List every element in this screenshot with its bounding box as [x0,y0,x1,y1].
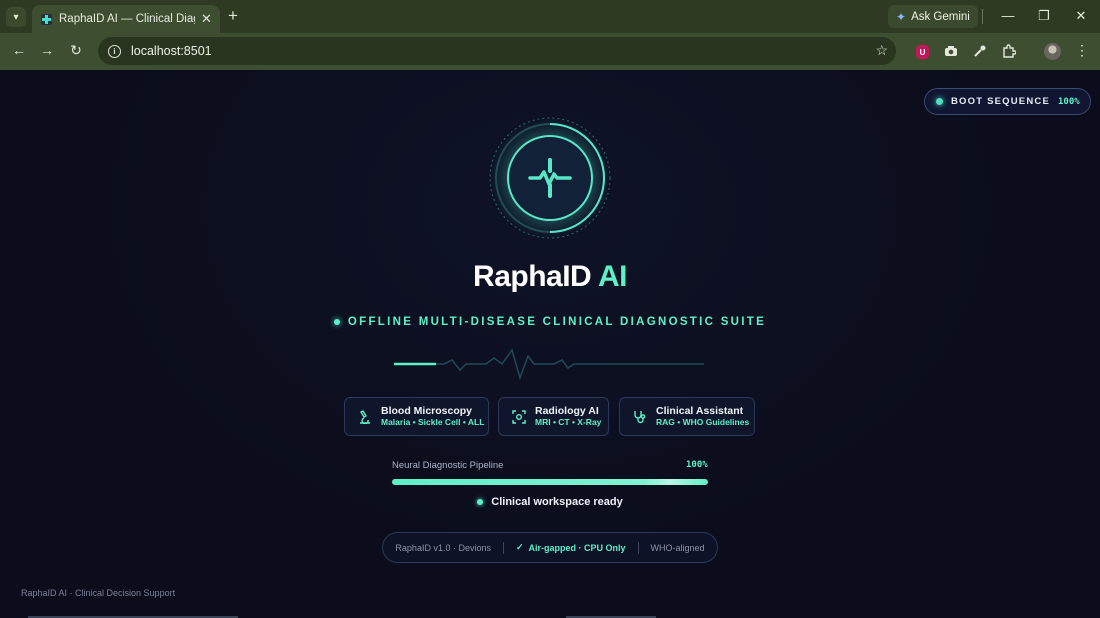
window-divider [982,9,983,24]
tagline-dot [333,319,340,325]
system-info-pill: RaphaID v1.0 · Devions ✓ Air-gapped · CP… [382,532,718,563]
ask-gemini-button[interactable]: ✦ Ask Gemini [888,5,978,28]
restore-icon[interactable]: ❐ [1034,8,1054,24]
camera-extension-icon[interactable] [943,43,959,59]
airgap-text: Air-gapped · CPU Only [528,542,626,553]
pipeline-progress-fill [392,479,708,485]
version-text: RaphaID v1.0 · Devions [395,542,491,553]
extension-u-icon[interactable]: U [916,45,929,59]
tab-title: RaphaID AI — Clinical Diagnost [59,13,195,25]
forward-icon[interactable]: → [38,42,56,58]
gemini-icon: ✦ [896,9,907,24]
check-icon: ✓ [515,542,524,552]
reload-icon[interactable]: ↻ [67,42,85,59]
status-line: Clinical workspace ready [0,496,1100,508]
status-dot [477,499,484,505]
boot-sequence-badge: BOOT SEQUENCE 100% [924,88,1091,115]
module-title: Blood Microscopy [381,405,473,417]
module-cards: Blood Microscopy Malaria • Sickle Cell •… [344,397,756,437]
browser-tab[interactable]: RaphaID AI — Clinical Diagnost ✕ [32,5,220,33]
browser-toolbar: ← → ↻ i localhost:8501 ☆ U ⋮ [0,33,1100,70]
ask-gemini-label: Ask Gemini [911,10,970,23]
brand-name: RaphaID [473,260,592,293]
module-subtitle: MRI • CT • X-Ray [535,417,602,427]
divider [502,541,504,554]
microscope-icon [358,409,372,424]
close-window-icon[interactable]: ✕ [1071,8,1091,24]
module-title: Radiology AI [535,405,599,417]
tagline-text: OFFLINE MULTI-DISEASE CLINICAL DIAGNOSTI… [347,316,767,328]
stethoscope-icon [633,410,647,424]
extensions-puzzle-icon[interactable] [1001,43,1017,59]
boot-percent: 100% [1058,96,1080,107]
menu-kebab-icon[interactable]: ⋮ [1073,42,1091,59]
bottom-caption: RaphaID AI · Clinical Decision Support [21,588,176,598]
profile-avatar[interactable] [1044,43,1061,60]
page-title: RaphaID AI [0,260,1100,294]
app-page: BOOT SEQUENCE 100% RaphaID AI OFFLINE MU… [0,70,1100,618]
browser-tab-bar: ▾ RaphaID AI — Clinical Diagnost ✕ + ✦ A… [0,0,1100,33]
module-subtitle: Malaria • Sickle Cell • ALL [381,417,485,427]
favicon-icon [41,13,52,25]
site-info-icon[interactable]: i [108,44,121,58]
tagline: OFFLINE MULTI-DISEASE CLINICAL DIAGNOSTI… [0,316,1100,328]
logo-core [507,135,593,221]
module-subtitle: RAG • WHO Guidelines [656,417,750,427]
scan-icon [512,409,526,424]
url-text: localhost:8501 [131,44,212,58]
tab-close-icon[interactable]: ✕ [201,11,212,27]
address-bar[interactable]: i localhost:8501 ☆ [98,37,896,65]
brand-suffix: AI [597,260,628,293]
boot-status-dot [936,98,943,105]
app-logo [488,116,612,240]
pipeline-progress-bar [392,479,708,485]
divider [637,541,639,554]
bookmark-star-icon[interactable]: ☆ [875,42,888,59]
minimize-icon[interactable]: — [998,8,1018,23]
pipeline-percent: 100% [686,460,708,470]
ecg-line-icon [394,348,704,381]
tab-search-icon[interactable]: ▾ [6,7,26,27]
module-title: Clinical Assistant [656,405,744,417]
back-icon[interactable]: ← [10,42,28,58]
module-card-radiology-ai[interactable]: Radiology AI MRI • CT • X-Ray [498,397,609,436]
eyedropper-icon[interactable] [972,43,988,59]
boot-label: BOOT SEQUENCE [951,96,1050,107]
module-card-clinical-assistant[interactable]: Clinical Assistant RAG • WHO Guidelines [619,397,755,436]
pipeline-label: Neural Diagnostic Pipeline [392,460,504,471]
module-card-blood-microscopy[interactable]: Blood Microscopy Malaria • Sickle Cell •… [344,397,489,436]
new-tab-icon[interactable]: + [228,6,238,26]
pulse-cross-icon [528,158,572,198]
status-text: Clinical workspace ready [491,496,623,508]
airgap-badge: ✓ Air-gapped · CPU Only [516,542,626,553]
who-text: WHO-aligned [650,542,705,553]
